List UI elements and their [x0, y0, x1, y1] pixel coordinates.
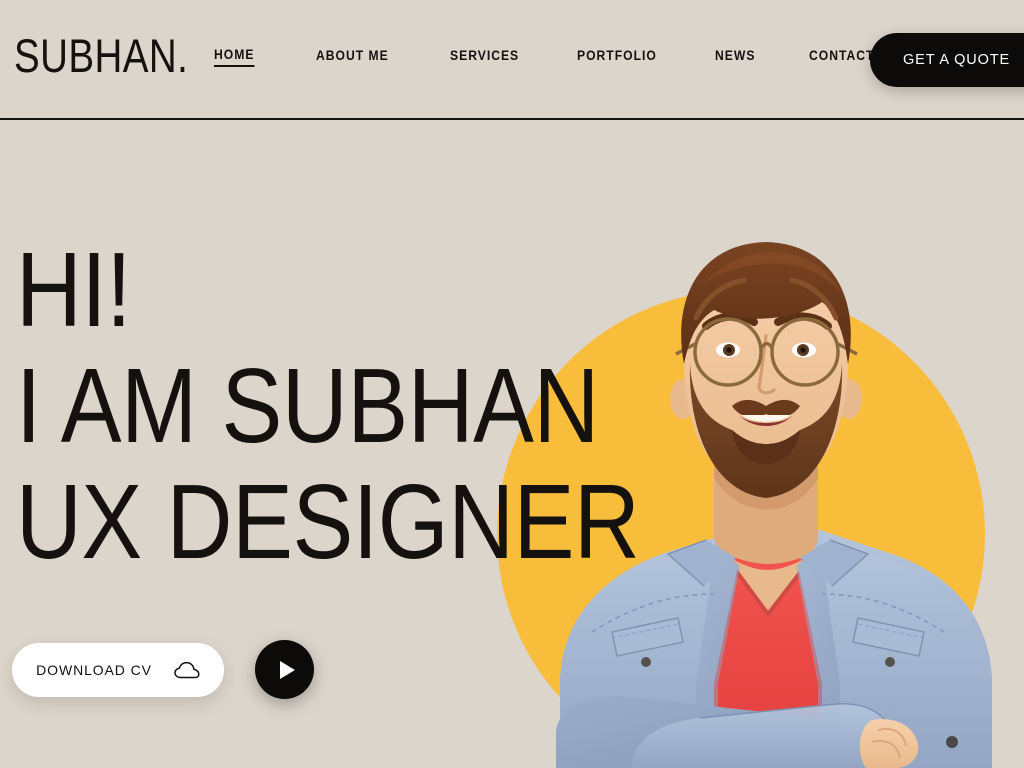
play-video-button[interactable]: [255, 640, 314, 699]
hero-actions: DOWNLOAD CV: [12, 640, 314, 699]
hero-section: HI! I AM SUBHAN UX DESIGNER DOWNLOAD CV: [0, 120, 1024, 768]
headline-line-2: I AM SUBHAN: [16, 347, 599, 465]
download-cv-label: DOWNLOAD CV: [36, 661, 152, 678]
play-icon: [279, 660, 295, 679]
nav-item-contact[interactable]: CONTACT: [809, 48, 874, 66]
page-root: SUBHAN. HOME ABOUT ME SERVICES PORTFOLIO…: [0, 0, 1024, 768]
nav-item-portfolio[interactable]: PORTFOLIO: [577, 48, 657, 66]
site-header: SUBHAN. HOME ABOUT ME SERVICES PORTFOLIO…: [0, 0, 1024, 120]
nav-item-news[interactable]: NEWS: [715, 48, 755, 66]
hero-headline: HI! I AM SUBHAN UX DESIGNER: [16, 232, 741, 580]
nav-item-about-me[interactable]: ABOUT ME: [316, 48, 389, 66]
main-nav: HOME ABOUT ME SERVICES PORTFOLIO NEWS CO…: [214, 47, 882, 67]
nav-item-home[interactable]: HOME: [214, 47, 255, 67]
headline-line-3: UX DESIGNER: [16, 463, 640, 581]
site-logo[interactable]: SUBHAN.: [14, 30, 188, 82]
cloud-icon: [174, 661, 200, 678]
get-a-quote-label: GET A QUOTE: [903, 52, 1011, 68]
download-cv-button[interactable]: DOWNLOAD CV: [12, 642, 224, 697]
headline-line-1: HI!: [16, 231, 132, 349]
nav-item-services[interactable]: SERVICES: [450, 48, 519, 66]
get-a-quote-button[interactable]: GET A QUOTE: [870, 33, 1024, 87]
